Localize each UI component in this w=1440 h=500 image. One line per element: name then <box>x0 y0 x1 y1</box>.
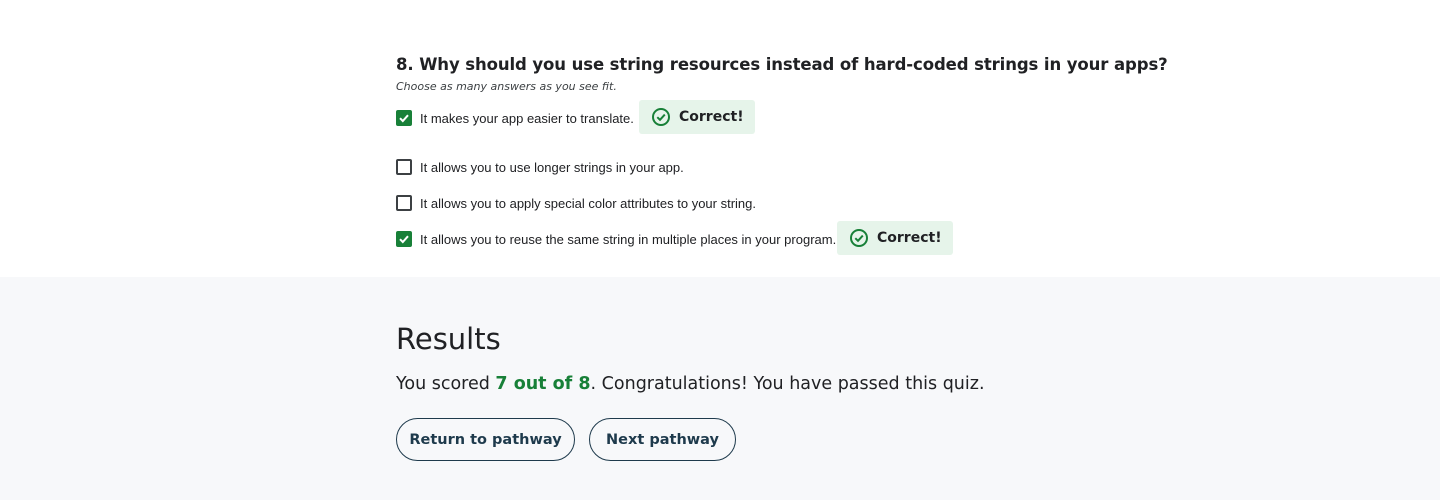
next-pathway-button[interactable]: Next pathway <box>589 418 736 461</box>
question-hint: Choose as many answers as you see fit. <box>396 80 617 93</box>
correct-feedback-badge: Correct! <box>639 100 755 134</box>
results-summary: You scored 7 out of 8. Congratulations! … <box>396 374 985 394</box>
answer-option[interactable]: It allows you to use longer strings in y… <box>396 159 684 175</box>
check-icon <box>399 114 409 123</box>
results-prefix: You scored <box>396 374 496 394</box>
check-icon <box>399 235 409 244</box>
correct-feedback-text: Correct! <box>679 109 744 125</box>
answer-option[interactable]: It allows you to apply special color att… <box>396 195 756 211</box>
check-circle-icon <box>652 108 670 126</box>
answer-option-label: It allows you to apply special color att… <box>420 195 756 211</box>
check-circle-icon <box>850 229 868 247</box>
correct-feedback-text: Correct! <box>877 230 942 246</box>
results-title: Results <box>396 322 501 356</box>
answer-option-label: It makes your app easier to translate. <box>420 110 634 126</box>
question-section: 8. Why should you use string resources i… <box>0 0 1440 277</box>
answer-option-label: It allows you to reuse the same string i… <box>420 231 837 247</box>
answer-option[interactable]: It makes your app easier to translate. <box>396 110 634 126</box>
correct-feedback-badge: Correct! <box>837 221 953 255</box>
answer-option-label: It allows you to use longer strings in y… <box>420 159 684 175</box>
checkbox-checked[interactable] <box>396 231 412 247</box>
results-section: Results You scored 7 out of 8. Congratul… <box>0 277 1440 500</box>
checkbox-unchecked[interactable] <box>396 159 412 175</box>
return-to-pathway-button[interactable]: Return to pathway <box>396 418 575 461</box>
question-title: 8. Why should you use string resources i… <box>396 55 1168 74</box>
results-score: 7 out of 8 <box>495 374 591 394</box>
checkbox-checked[interactable] <box>396 110 412 126</box>
answer-option[interactable]: It allows you to reuse the same string i… <box>396 231 836 247</box>
checkbox-unchecked[interactable] <box>396 195 412 211</box>
results-suffix: . Congratulations! You have passed this … <box>590 374 985 394</box>
